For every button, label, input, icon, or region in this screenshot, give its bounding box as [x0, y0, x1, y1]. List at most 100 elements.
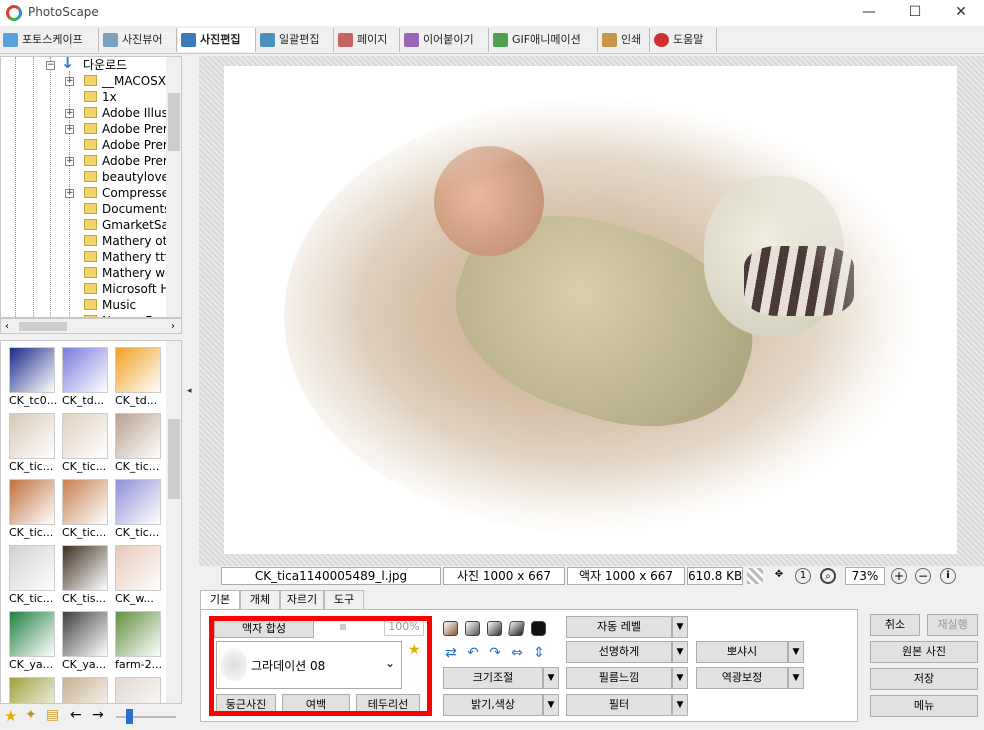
shape-slant-icon[interactable] — [507, 621, 526, 636]
shape-brown-icon[interactable] — [443, 621, 458, 636]
tree-item[interactable]: beautylove- — [1, 169, 171, 185]
thumbnail-item[interactable]: CK_tis... — [60, 541, 110, 605]
tree-item[interactable]: Adobe Prem — [1, 137, 171, 153]
bloom-dropdown-icon[interactable]: ▼ — [788, 641, 804, 663]
tree-item[interactable]: Documents — [1, 201, 171, 217]
expand-icon[interactable]: + — [65, 109, 74, 118]
film-dropdown-icon[interactable]: ▼ — [672, 667, 688, 689]
tree-item[interactable]: Mathery ttf — [1, 249, 171, 265]
photo-preview[interactable] — [224, 66, 957, 554]
thumbnail-item[interactable]: CK_td... — [60, 343, 110, 407]
star-icon[interactable]: ★ — [4, 707, 17, 725]
auto-level-button[interactable]: 자동 레벨 — [566, 616, 672, 638]
brightness-dropdown-icon[interactable]: ▼ — [543, 694, 559, 716]
thumb-vertical-scrollbar[interactable] — [166, 341, 181, 703]
flip-vertical-icon[interactable]: ⇕ — [531, 645, 547, 661]
zoom-out-icon[interactable]: − — [915, 568, 931, 584]
expand-icon[interactable]: + — [65, 77, 74, 86]
expand-icon[interactable]: + — [65, 125, 74, 134]
auto-level-dropdown-icon[interactable]: ▼ — [672, 616, 688, 638]
filter-button[interactable]: 필터 — [566, 694, 672, 716]
save-button[interactable]: 저장 — [870, 668, 978, 690]
rotate-right-icon[interactable]: ↷ — [487, 645, 503, 661]
scroll-left-icon[interactable]: ‹ — [5, 321, 9, 332]
thumbnail-item[interactable]: CK_ya... — [60, 607, 110, 671]
backlight-dropdown-icon[interactable]: ▼ — [788, 667, 804, 689]
back-arrow-icon[interactable]: ← — [70, 707, 82, 723]
zoom-in-icon[interactable]: + — [891, 568, 907, 584]
tree-item[interactable]: Mathery wo — [1, 265, 171, 281]
brightness-button[interactable]: 밝기,색상 — [443, 694, 543, 716]
redo-button[interactable]: 재실행 — [927, 614, 978, 636]
zoom-fit-icon[interactable]: ⌕ — [820, 568, 836, 584]
tab-object[interactable]: 개체 — [240, 590, 280, 610]
undo-button[interactable]: 취소 — [870, 614, 920, 636]
shape-dark-icon[interactable] — [487, 621, 502, 636]
zoom-level[interactable]: 73% — [845, 567, 885, 585]
bloom-button[interactable]: 뽀샤시 — [696, 641, 788, 663]
thumb-scroll-thumb[interactable] — [168, 419, 180, 499]
tree-vertical-scrollbar[interactable] — [166, 57, 181, 317]
tab-batch[interactable]: 일괄편집 — [257, 28, 334, 52]
shape-black-icon[interactable] — [531, 621, 546, 636]
tree-item[interactable]: Mathery otf — [1, 233, 171, 249]
tree-item[interactable]: + __MACOSX — [1, 73, 171, 89]
folder-tree[interactable]: − ↓ 다운로드 + __MACOSX 1x + Adobe Illust + Adobe … — [0, 56, 182, 318]
minimize-button[interactable]: — — [846, 0, 892, 26]
tree-item[interactable]: + Adobe Illust — [1, 105, 171, 121]
tree-scroll-thumb[interactable] — [168, 93, 180, 151]
forward-arrow-icon[interactable]: → — [92, 707, 104, 723]
slider-handle[interactable] — [126, 709, 133, 724]
rotate-left-icon[interactable]: ↶ — [465, 645, 481, 661]
menu-button[interactable]: 메뉴 — [870, 695, 978, 717]
thumbnail-item[interactable]: CK_td... — [113, 343, 163, 407]
tree-item-downloads[interactable]: − ↓ 다운로드 — [1, 57, 171, 73]
tree-item[interactable]: + Adobe Prem — [1, 121, 171, 137]
backlight-button[interactable]: 역광보정 — [696, 667, 788, 689]
thumbnail-item[interactable]: CK_ya... — [7, 607, 57, 671]
flip-icon[interactable]: ⇄ — [443, 645, 459, 661]
thumbnail-item[interactable]: CK_tic... — [7, 475, 57, 539]
tab-editor[interactable]: 사진편집 — [178, 28, 256, 52]
tree-item[interactable]: Music — [1, 297, 171, 313]
resize-dropdown-icon[interactable]: ▼ — [543, 667, 559, 689]
thumbnail-item[interactable]: CK_tic... — [60, 475, 110, 539]
collapse-icon[interactable]: − — [46, 61, 55, 70]
folder-star-icon[interactable]: ✦ — [25, 707, 37, 723]
tree-item[interactable]: Microsoft HE — [1, 281, 171, 297]
fit-screen-icon[interactable]: ✥ — [771, 568, 787, 584]
tab-tools[interactable]: 도구 — [324, 590, 364, 610]
expand-icon[interactable]: + — [65, 157, 74, 166]
scroll-right-icon[interactable]: › — [171, 321, 175, 332]
open-folder-icon[interactable]: ▤ — [46, 707, 59, 723]
thumbnail-item[interactable]: CK_tic... — [60, 409, 110, 473]
thumbnail-item[interactable] — [7, 673, 57, 703]
thumbnail-item[interactable] — [113, 673, 163, 703]
sharpen-button[interactable]: 선명하게 — [566, 641, 672, 663]
expand-icon[interactable]: + — [65, 189, 74, 198]
close-button[interactable]: ✕ — [938, 0, 984, 26]
tree-hscroll-thumb[interactable] — [19, 322, 67, 331]
resize-button[interactable]: 크기조절 — [443, 667, 543, 689]
original-photo-button[interactable]: 원본 사진 — [870, 641, 978, 663]
tree-item[interactable]: + Compressed — [1, 185, 171, 201]
collapse-arrow-icon[interactable]: ◂ — [187, 386, 192, 396]
tab-print[interactable]: 인쇄 — [599, 28, 650, 52]
thumbnail-item[interactable]: CK_tic... — [113, 409, 163, 473]
tab-gif[interactable]: GIF애니메이션 — [490, 28, 598, 52]
tab-combine[interactable]: 이어붙이기 — [401, 28, 489, 52]
tree-item[interactable]: 1x — [1, 89, 171, 105]
thumbnail-panel[interactable]: CK_tc0... CK_td... CK_td... CK_tic... CK_tic… — [0, 340, 182, 704]
maximize-button[interactable]: ☐ — [892, 0, 938, 26]
thumbnail-item[interactable] — [60, 673, 110, 703]
thumbnail-item[interactable]: CK_tc0... — [7, 343, 57, 407]
tab-page[interactable]: 페이지 — [335, 28, 400, 52]
info-icon[interactable]: i — [940, 568, 956, 584]
tree-item[interactable]: + Adobe Prem — [1, 153, 171, 169]
thumbnail-item[interactable]: farm-2... — [113, 607, 163, 671]
tab-basic[interactable]: 기본 — [200, 590, 240, 610]
tab-photoscape[interactable]: 포토스케이프 — [0, 28, 99, 52]
tree-horizontal-scrollbar[interactable]: ‹ › — [0, 318, 182, 334]
tab-help[interactable]: 도움말 — [651, 28, 717, 52]
thumbnail-item[interactable]: CK_tic... — [113, 475, 163, 539]
